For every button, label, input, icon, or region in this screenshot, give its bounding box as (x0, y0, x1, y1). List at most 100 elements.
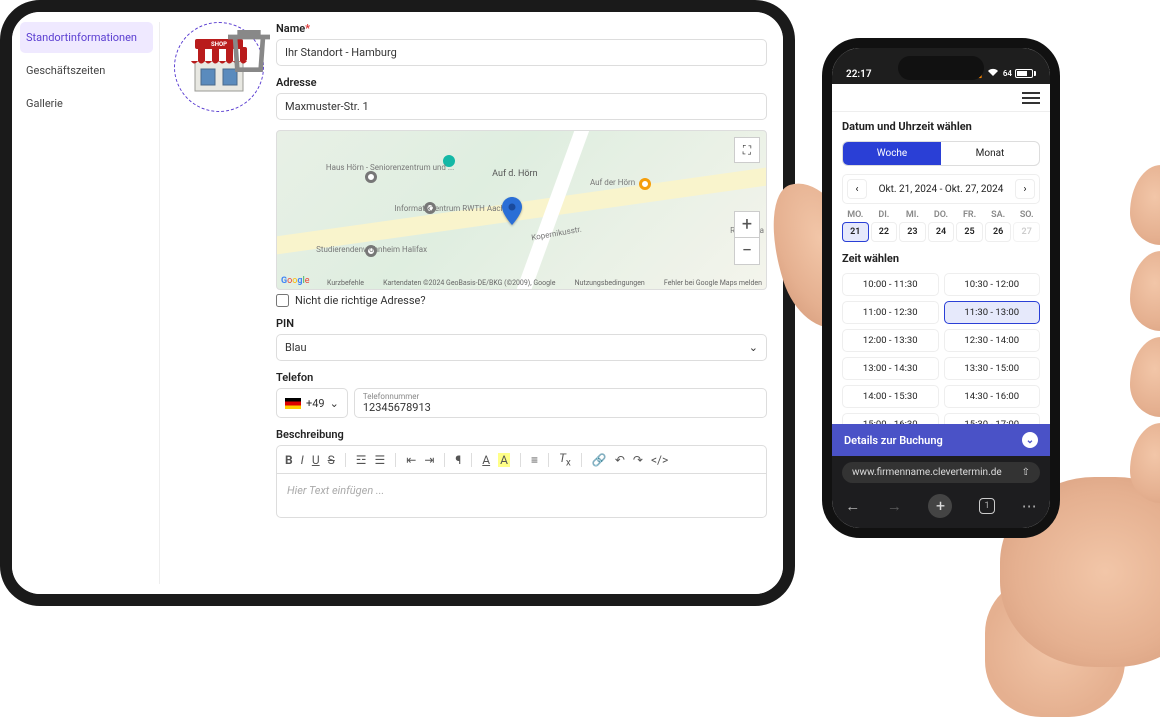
day-cell[interactable]: 22 (871, 222, 898, 242)
hamburger-icon[interactable] (1022, 92, 1040, 104)
time-slot[interactable]: 14:30 - 16:00 (944, 385, 1041, 408)
separator (444, 453, 445, 467)
day-header-row: MO.DI.MI.DO.FR.SA.SO. (842, 210, 1040, 220)
rte-redo-button[interactable]: ↷ (633, 453, 643, 467)
pin-select[interactable]: Blau ⌄ (276, 334, 767, 361)
time-slot[interactable]: 14:00 - 15:30 (842, 385, 939, 408)
rte-underline-button[interactable]: U (312, 453, 320, 467)
separator (548, 453, 549, 467)
address-label: Adresse (276, 76, 767, 89)
phone-float-label: Telefonnummer (363, 392, 758, 401)
rte-outdent-button[interactable]: ⇤ (406, 453, 416, 467)
rte-bold-button[interactable]: B (285, 453, 293, 467)
rte-align-button[interactable]: ≡ (531, 453, 538, 467)
time-section-label: Zeit wählen (842, 252, 1040, 265)
rte-toolbar: B I U S ☲ ☰ ⇤ ⇥ (276, 445, 767, 473)
wrong-address-checkbox-input[interactable] (276, 294, 289, 307)
battery-icon: 64 (1003, 69, 1036, 78)
map-pin-icon (502, 197, 522, 228)
map-poi-icon (365, 171, 377, 183)
pin-label: PIN (276, 317, 767, 330)
phone-country-code-select[interactable]: +49 ⌄ (276, 388, 348, 418)
share-icon[interactable]: ⇧ (1022, 467, 1030, 478)
rte-ordered-list-button[interactable]: ☲ (356, 453, 367, 467)
rte-undo-button[interactable]: ↶ (615, 453, 625, 467)
time-slot[interactable]: 13:30 - 15:00 (944, 357, 1041, 380)
time-slot[interactable]: 11:00 - 12:30 (842, 301, 939, 324)
week-prev-button[interactable]: ‹ (847, 179, 867, 199)
day-cell[interactable]: 23 (899, 222, 926, 242)
phone-number-value: 12345678913 (363, 401, 758, 414)
phone-notch (898, 56, 984, 80)
flag-de-icon (285, 398, 301, 409)
booking-details-banner[interactable]: Details zur Buchung ⌄ (832, 424, 1050, 456)
map-label: Studierendenwohnheim Halifax (316, 245, 427, 254)
day-cell: 27 (1013, 222, 1040, 242)
time-slot[interactable]: 12:00 - 13:30 (842, 329, 939, 352)
day-cell[interactable]: 26 (985, 222, 1012, 242)
browser-menu-button[interactable]: ⋯ (1022, 497, 1037, 515)
sidebar-item-location-info[interactable]: Standortinformationen (20, 22, 153, 53)
rte-highlight-button[interactable]: A (498, 453, 510, 467)
sidebar-item-gallery[interactable]: Gallerie (20, 88, 153, 119)
browser-back-button[interactable]: ← (845, 497, 860, 515)
tablet-frame: Standortinformationen Geschäftszeiten Ga… (0, 0, 795, 606)
day-cell[interactable]: 25 (956, 222, 983, 242)
rte-strike-button[interactable]: S (328, 453, 335, 467)
map-label: Haus Hörn - Seniorenzentrum und ... (326, 163, 454, 172)
map-fullscreen-button[interactable]: ⛶ (734, 137, 760, 163)
phone-number-input[interactable]: Telefonnummer 12345678913 (354, 388, 767, 418)
name-input[interactable] (276, 39, 767, 66)
phone-frame: 22:17 📶 64 Datum und Uhrzeit wählen Woch… (822, 38, 1060, 538)
map[interactable]: Haus Hörn - Seniorenzentrum und ... Info… (276, 130, 767, 290)
url-text: www.firmenname.clevertermin.de (852, 467, 1002, 478)
status-time: 22:17 (846, 69, 872, 80)
booking-title: Datum und Uhrzeit wählen (842, 120, 1040, 133)
rte-clear-format-button[interactable]: Tx (559, 451, 571, 468)
map-zoom-out-button[interactable]: − (735, 238, 759, 264)
trash-icon[interactable] (217, 23, 281, 82)
rte-unordered-list-button[interactable]: ☰ (375, 453, 386, 467)
address-input[interactable] (276, 93, 767, 120)
rte-indent-button[interactable]: ⇥ (424, 453, 434, 467)
browser-forward-button[interactable]: → (887, 497, 902, 515)
browser-tabs-button[interactable]: 1 (979, 498, 995, 514)
time-slot[interactable]: 12:30 - 14:00 (944, 329, 1041, 352)
map-label: Informatikzentrum RWTH Aachen (394, 204, 513, 213)
time-slot[interactable]: 13:00 - 14:30 (842, 357, 939, 380)
wrong-address-label: Nicht die richtige Adresse? (295, 294, 426, 307)
view-toggle-week[interactable]: Woche (843, 142, 941, 165)
url-bar[interactable]: www.firmenname.clevertermin.de ⇧ (842, 462, 1040, 483)
phone-country-code-value: +49 (306, 397, 325, 410)
map-label: Auf d. Hörn (492, 169, 537, 179)
rte-code-button[interactable]: </> (651, 453, 668, 467)
separator (345, 453, 346, 467)
browser-newtab-button[interactable]: + (928, 494, 952, 518)
rte-body[interactable]: Hier Text einfügen ... (276, 473, 767, 518)
map-zoom-in-button[interactable]: + (735, 212, 759, 238)
time-slot[interactable]: 10:00 - 11:30 (842, 273, 939, 296)
chevron-down-icon: ⌄ (330, 397, 339, 410)
view-toggle-month[interactable]: Monat (941, 142, 1039, 165)
rte-paragraph-button[interactable]: ¶ (455, 453, 461, 467)
main-form: SHOP Name* Adresse (160, 22, 775, 584)
day-cell[interactable]: 21 (842, 222, 869, 242)
rte-italic-button[interactable]: I (301, 453, 304, 467)
week-nav: ‹ Okt. 21, 2024 - Okt. 27, 2024 › (842, 174, 1040, 204)
day-cell[interactable]: 24 (928, 222, 955, 242)
separator (520, 453, 521, 467)
time-slot[interactable]: 10:30 - 12:00 (944, 273, 1041, 296)
shop-logo-upload[interactable]: SHOP (174, 22, 264, 112)
description-label: Beschreibung (276, 428, 767, 441)
map-attribution: Kurzbefehle Kartendaten ©2024 GeoBasis-D… (327, 279, 762, 287)
sidebar: Standortinformationen Geschäftszeiten Ga… (20, 22, 160, 584)
sidebar-item-hours[interactable]: Geschäftszeiten (20, 55, 153, 86)
rte-text-color-button[interactable]: A (482, 453, 490, 467)
separator (471, 453, 472, 467)
phone-browser-bar: www.firmenname.clevertermin.de ⇧ ← → + 1… (832, 456, 1050, 528)
week-next-button[interactable]: › (1015, 179, 1035, 199)
wrong-address-checkbox[interactable]: Nicht die richtige Adresse? (276, 294, 767, 307)
rte-link-button[interactable]: 🔗 (592, 453, 607, 467)
time-slot[interactable]: 11:30 - 13:00 (944, 301, 1041, 324)
chevron-down-icon: ⌄ (749, 341, 758, 354)
